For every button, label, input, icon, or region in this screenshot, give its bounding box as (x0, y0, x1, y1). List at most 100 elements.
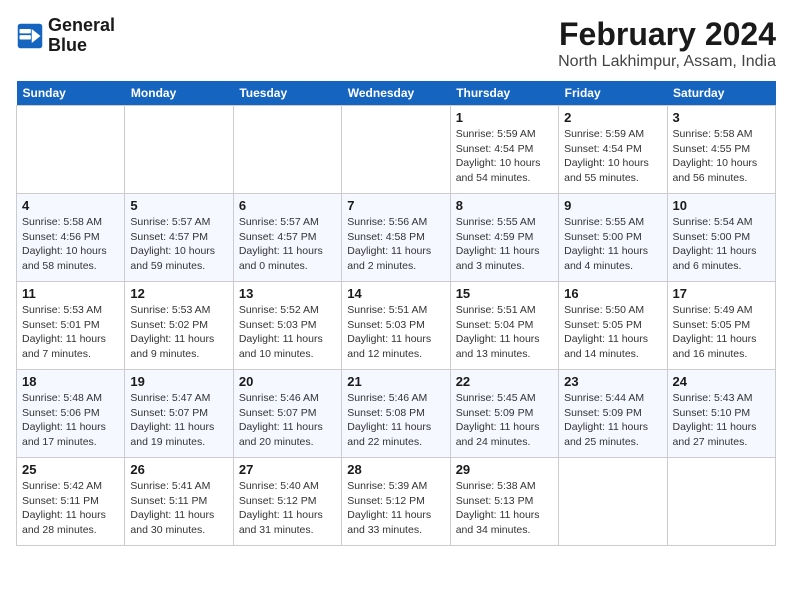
day-detail: Sunrise: 5:39 AM Sunset: 5:12 PM Dayligh… (347, 479, 444, 538)
day-detail: Sunrise: 5:59 AM Sunset: 4:54 PM Dayligh… (564, 127, 661, 186)
calendar-table: SundayMondayTuesdayWednesdayThursdayFrid… (16, 81, 776, 546)
calendar-cell: 1 Sunrise: 5:59 AM Sunset: 4:54 PM Daylig… (450, 106, 558, 194)
day-number: 7 (347, 198, 444, 213)
calendar-cell: 25 Sunrise: 5:42 AM Sunset: 5:11 PM Dayli… (17, 458, 125, 546)
calendar-cell (125, 106, 233, 194)
calendar-cell: 20 Sunrise: 5:46 AM Sunset: 5:07 PM Dayli… (233, 370, 341, 458)
day-number: 28 (347, 462, 444, 477)
logo-line2: Blue (48, 36, 115, 56)
calendar-cell: 2 Sunrise: 5:59 AM Sunset: 4:54 PM Daylig… (559, 106, 667, 194)
calendar-cell (17, 106, 125, 194)
day-detail: Sunrise: 5:58 AM Sunset: 4:56 PM Dayligh… (22, 215, 119, 274)
day-detail: Sunrise: 5:50 AM Sunset: 5:05 PM Dayligh… (564, 303, 661, 362)
day-number: 4 (22, 198, 119, 213)
day-detail: Sunrise: 5:57 AM Sunset: 4:57 PM Dayligh… (239, 215, 336, 274)
calendar-cell: 17 Sunrise: 5:49 AM Sunset: 5:05 PM Dayli… (667, 282, 775, 370)
day-number: 23 (564, 374, 661, 389)
day-detail: Sunrise: 5:44 AM Sunset: 5:09 PM Dayligh… (564, 391, 661, 450)
calendar-cell: 26Sunrise: 5:41 AM Sunset: 5:11 PM Dayli… (125, 458, 233, 546)
calendar-cell: 4 Sunrise: 5:58 AM Sunset: 4:56 PM Daylig… (17, 194, 125, 282)
calendar-cell: 23 Sunrise: 5:44 AM Sunset: 5:09 PM Dayli… (559, 370, 667, 458)
day-detail: Sunrise: 5:55 AM Sunset: 5:00 PM Dayligh… (564, 215, 661, 274)
calendar-cell: 3 Sunrise: 5:58 AM Sunset: 4:55 PM Daylig… (667, 106, 775, 194)
day-number: 24 (673, 374, 770, 389)
day-number: 17 (673, 286, 770, 301)
day-number: 27 (239, 462, 336, 477)
calendar-body: 1 Sunrise: 5:59 AM Sunset: 4:54 PM Daylig… (17, 106, 776, 546)
calendar-cell: 7 Sunrise: 5:56 AM Sunset: 4:58 PM Daylig… (342, 194, 450, 282)
calendar-title: February 2024 (558, 16, 776, 53)
day-detail: Sunrise: 5:38 AM Sunset: 5:13 PM Dayligh… (456, 479, 553, 538)
day-number: 10 (673, 198, 770, 213)
day-detail: Sunrise: 5:55 AM Sunset: 4:59 PM Dayligh… (456, 215, 553, 274)
day-header-monday: Monday (125, 81, 233, 106)
day-detail: Sunrise: 5:52 AM Sunset: 5:03 PM Dayligh… (239, 303, 336, 362)
calendar-cell: 22Sunrise: 5:45 AM Sunset: 5:09 PM Dayli… (450, 370, 558, 458)
day-detail: Sunrise: 5:51 AM Sunset: 5:03 PM Dayligh… (347, 303, 444, 362)
calendar-week-1: 1 Sunrise: 5:59 AM Sunset: 4:54 PM Daylig… (17, 106, 776, 194)
day-number: 19 (130, 374, 227, 389)
calendar-cell: 24 Sunrise: 5:43 AM Sunset: 5:10 PM Dayli… (667, 370, 775, 458)
day-number: 5 (130, 198, 227, 213)
calendar-cell: 12 Sunrise: 5:53 AM Sunset: 5:02 PM Dayli… (125, 282, 233, 370)
day-detail: Sunrise: 5:42 AM Sunset: 5:11 PM Dayligh… (22, 479, 119, 538)
day-detail: Sunrise: 5:58 AM Sunset: 4:55 PM Dayligh… (673, 127, 770, 186)
day-number: 22 (456, 374, 553, 389)
calendar-cell: 8Sunrise: 5:55 AM Sunset: 4:59 PM Daylig… (450, 194, 558, 282)
day-number: 16 (564, 286, 661, 301)
calendar-week-3: 11 Sunrise: 5:53 AM Sunset: 5:01 PM Dayli… (17, 282, 776, 370)
day-detail: Sunrise: 5:46 AM Sunset: 5:08 PM Dayligh… (347, 391, 444, 450)
day-number: 1 (456, 110, 553, 125)
day-number: 11 (22, 286, 119, 301)
day-header-saturday: Saturday (667, 81, 775, 106)
logo-line1: General (48, 16, 115, 36)
day-number: 13 (239, 286, 336, 301)
calendar-cell (559, 458, 667, 546)
day-detail: Sunrise: 5:51 AM Sunset: 5:04 PM Dayligh… (456, 303, 553, 362)
calendar-week-2: 4 Sunrise: 5:58 AM Sunset: 4:56 PM Daylig… (17, 194, 776, 282)
day-number: 9 (564, 198, 661, 213)
day-number: 25 (22, 462, 119, 477)
calendar-cell: 10 Sunrise: 5:54 AM Sunset: 5:00 PM Dayli… (667, 194, 775, 282)
day-detail: Sunrise: 5:53 AM Sunset: 5:01 PM Dayligh… (22, 303, 119, 362)
day-detail: Sunrise: 5:56 AM Sunset: 4:58 PM Dayligh… (347, 215, 444, 274)
day-number: 6 (239, 198, 336, 213)
day-detail: Sunrise: 5:54 AM Sunset: 5:00 PM Dayligh… (673, 215, 770, 274)
day-detail: Sunrise: 5:53 AM Sunset: 5:02 PM Dayligh… (130, 303, 227, 362)
calendar-cell: 14 Sunrise: 5:51 AM Sunset: 5:03 PM Dayli… (342, 282, 450, 370)
calendar-cell: 9 Sunrise: 5:55 AM Sunset: 5:00 PM Daylig… (559, 194, 667, 282)
day-detail: Sunrise: 5:47 AM Sunset: 5:07 PM Dayligh… (130, 391, 227, 450)
day-number: 2 (564, 110, 661, 125)
calendar-cell: 19 Sunrise: 5:47 AM Sunset: 5:07 PM Dayli… (125, 370, 233, 458)
day-detail: Sunrise: 5:57 AM Sunset: 4:57 PM Dayligh… (130, 215, 227, 274)
calendar-cell: 6 Sunrise: 5:57 AM Sunset: 4:57 PM Daylig… (233, 194, 341, 282)
day-detail: Sunrise: 5:49 AM Sunset: 5:05 PM Dayligh… (673, 303, 770, 362)
day-number: 18 (22, 374, 119, 389)
calendar-week-5: 25 Sunrise: 5:42 AM Sunset: 5:11 PM Dayli… (17, 458, 776, 546)
calendar-cell (233, 106, 341, 194)
calendar-cell (342, 106, 450, 194)
day-number: 12 (130, 286, 227, 301)
day-number: 3 (673, 110, 770, 125)
day-detail: Sunrise: 5:48 AM Sunset: 5:06 PM Dayligh… (22, 391, 119, 450)
calendar-cell: 18 Sunrise: 5:48 AM Sunset: 5:06 PM Dayli… (17, 370, 125, 458)
calendar-cell: 28 Sunrise: 5:39 AM Sunset: 5:12 PM Dayli… (342, 458, 450, 546)
day-number: 20 (239, 374, 336, 389)
day-number: 26 (130, 462, 227, 477)
day-detail: Sunrise: 5:43 AM Sunset: 5:10 PM Dayligh… (673, 391, 770, 450)
day-detail: Sunrise: 5:59 AM Sunset: 4:54 PM Dayligh… (456, 127, 553, 186)
day-detail: Sunrise: 5:46 AM Sunset: 5:07 PM Dayligh… (239, 391, 336, 450)
calendar-cell: 15Sunrise: 5:51 AM Sunset: 5:04 PM Dayli… (450, 282, 558, 370)
title-area: February 2024 North Lakhimpur, Assam, In… (558, 16, 776, 71)
day-header-wednesday: Wednesday (342, 81, 450, 106)
day-header-sunday: Sunday (17, 81, 125, 106)
calendar-header-row: SundayMondayTuesdayWednesdayThursdayFrid… (17, 81, 776, 106)
day-header-friday: Friday (559, 81, 667, 106)
calendar-cell: 16 Sunrise: 5:50 AM Sunset: 5:05 PM Dayli… (559, 282, 667, 370)
day-number: 14 (347, 286, 444, 301)
calendar-subtitle: North Lakhimpur, Assam, India (558, 53, 776, 71)
day-header-thursday: Thursday (450, 81, 558, 106)
day-detail: Sunrise: 5:40 AM Sunset: 5:12 PM Dayligh… (239, 479, 336, 538)
calendar-cell: 29Sunrise: 5:38 AM Sunset: 5:13 PM Dayli… (450, 458, 558, 546)
calendar-cell: 27 Sunrise: 5:40 AM Sunset: 5:12 PM Dayli… (233, 458, 341, 546)
